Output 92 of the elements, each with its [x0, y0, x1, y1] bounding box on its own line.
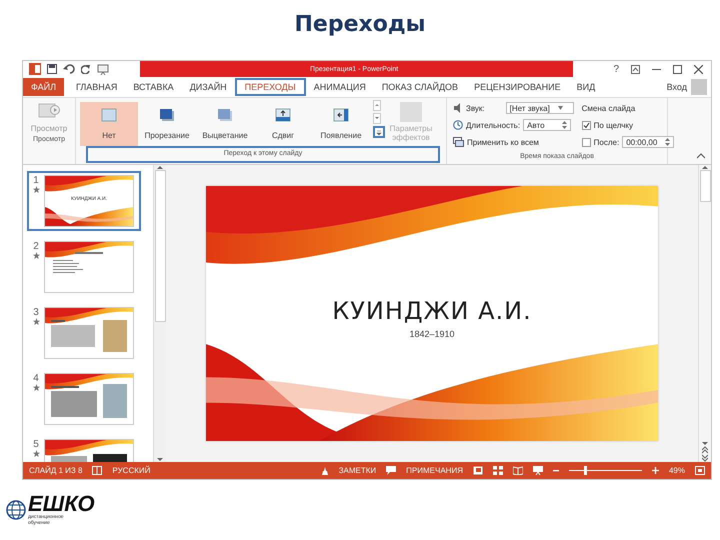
- ribbon-tab[interactable]: ГЛАВНАЯ: [68, 78, 126, 96]
- field-label: Звук:: [466, 104, 485, 112]
- time-field[interactable]: 00:00,00: [622, 136, 674, 148]
- section-label: Смена слайда: [582, 104, 636, 112]
- slideshow-icon[interactable]: [97, 64, 109, 74]
- transition-icon: [275, 108, 291, 122]
- file-tab[interactable]: ФАЙЛ: [23, 78, 64, 96]
- normal-view-icon[interactable]: [472, 466, 483, 475]
- apply-all-button[interactable]: Применить ко всем: [467, 138, 539, 146]
- transition-option[interactable]: Сдвиг: [254, 102, 312, 146]
- duration-field[interactable]: Авто: [523, 119, 572, 131]
- language-label[interactable]: РУССКИЙ: [112, 466, 150, 475]
- slide-number: 4: [33, 373, 39, 384]
- slide-title: Переходы: [294, 12, 426, 39]
- more-icon[interactable]: [373, 126, 385, 138]
- checkbox[interactable]: [582, 120, 591, 130]
- collapse-icon[interactable]: [697, 153, 705, 159]
- ribbon-tab[interactable]: ВСТАВКА: [125, 78, 182, 96]
- star-icon: [32, 450, 40, 457]
- photo-placeholder: [103, 320, 127, 352]
- previous-slide-icon[interactable]: [702, 446, 708, 454]
- slideshow-view-icon[interactable]: [532, 466, 543, 475]
- field-label: Длительность:: [466, 120, 520, 130]
- slide-number: 3: [33, 307, 39, 318]
- scrollbar[interactable]: [153, 165, 166, 462]
- redo-icon[interactable]: [81, 64, 91, 74]
- comment-icon[interactable]: [386, 466, 396, 475]
- scrollbar-thumb[interactable]: [700, 170, 710, 202]
- close-icon[interactable]: [694, 64, 703, 74]
- slide-title-text: КУИНДЖИ А.И.: [332, 296, 532, 324]
- reading-view-icon[interactable]: [512, 466, 523, 475]
- slide-subtitle: 1842–1910: [409, 328, 455, 338]
- star-icon: [32, 318, 40, 325]
- scrollbar-thumb[interactable]: [154, 170, 166, 322]
- caret-icon: [558, 106, 563, 110]
- ribbon-tab[interactable]: АНИМАЦИЯ: [306, 78, 374, 96]
- field-value: 00:00,00: [626, 138, 658, 146]
- ribbon-tab[interactable]: ВИД: [568, 78, 604, 96]
- comments-button[interactable]: ПРИМЕЧАНИЯ: [406, 466, 463, 475]
- text-lines-drawing: [53, 252, 103, 273]
- transition-icon: [333, 108, 349, 122]
- star-icon: [32, 186, 40, 193]
- ribbon-tab[interactable]: ПЕРЕХОДЫ: [234, 78, 306, 96]
- ribbon-tab[interactable]: ДИЗАЙН: [182, 78, 235, 96]
- slider-thumb[interactable]: [584, 466, 588, 475]
- spinner-icon: [665, 138, 670, 146]
- clock-icon: [453, 120, 463, 130]
- slide-sorter-icon[interactable]: [492, 466, 503, 475]
- globe-icon: [6, 500, 26, 520]
- notes-button[interactable]: ЗАМЕТКИ: [338, 466, 376, 475]
- signin-link[interactable]: Вход: [666, 82, 687, 92]
- slide-number: 1: [33, 175, 39, 186]
- checkbox-label: По щелчку: [594, 120, 633, 130]
- undo-icon[interactable]: [63, 64, 75, 74]
- field-value: Авто: [527, 120, 545, 130]
- ribbon-tab[interactable]: ПОКАЗ СЛАЙДОВ: [374, 78, 466, 96]
- logo-text: ЕШКО: [28, 494, 95, 514]
- transition-option[interactable]: Появление: [312, 102, 370, 146]
- transition-icon: [101, 108, 117, 122]
- transition-option[interactable]: Выцветание: [196, 102, 254, 146]
- help-button[interactable]: ?: [613, 64, 619, 74]
- text-lines-drawing: [51, 386, 97, 417]
- dropdown-value: [Нет звука]: [510, 104, 550, 112]
- maximize-icon[interactable]: [673, 64, 682, 74]
- speaker-icon: [453, 103, 463, 113]
- scrollbar[interactable]: [698, 165, 711, 462]
- ribbon-display-icon[interactable]: [631, 64, 640, 74]
- photo-placeholder: [103, 384, 127, 418]
- zoom-level[interactable]: 49%: [668, 466, 685, 475]
- save-icon[interactable]: [47, 64, 57, 74]
- apply-all-icon: [453, 137, 464, 147]
- star-icon: [32, 252, 40, 259]
- checkbox[interactable]: [582, 138, 591, 146]
- slide-number: 5: [33, 439, 39, 450]
- transition-option[interactable]: Прорезание: [138, 102, 196, 146]
- next-slide-icon[interactable]: [702, 454, 708, 462]
- sound-dropdown[interactable]: [Нет звука]: [506, 102, 574, 114]
- zoom-in-icon[interactable]: [652, 467, 659, 474]
- transition-option[interactable]: Нет: [80, 102, 138, 146]
- slide-number: 2: [33, 241, 39, 252]
- slide-counter: СЛАЙД 1 ИЗ 8: [29, 466, 82, 475]
- scroll-down-icon[interactable]: [702, 441, 708, 446]
- spinner-icon: [562, 121, 568, 129]
- text-lines-drawing: [51, 320, 95, 347]
- fit-slide-icon[interactable]: [695, 466, 705, 475]
- transition-icon: [217, 108, 233, 122]
- scroll-up-icon[interactable]: [373, 100, 381, 111]
- scroll-down-icon[interactable]: [373, 113, 381, 124]
- transition-icon: [159, 108, 175, 122]
- checkbox-label: После:: [594, 138, 620, 146]
- star-icon: [32, 384, 40, 391]
- ribbon-tab[interactable]: РЕЦЕНЗИРОВАНИЕ: [466, 78, 569, 96]
